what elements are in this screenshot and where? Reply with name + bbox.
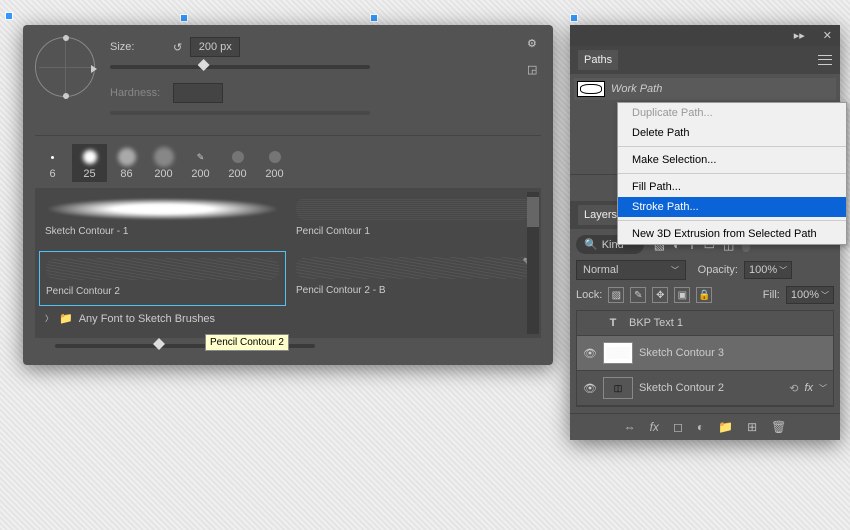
- size-preset[interactable]: 200: [257, 144, 292, 182]
- fx-indicator[interactable]: fx: [804, 382, 813, 394]
- size-preset[interactable]: 6: [35, 144, 70, 182]
- selection-handle[interactable]: [5, 12, 13, 20]
- lock-transparency-icon[interactable]: ▨: [608, 287, 624, 303]
- size-label: Size:: [110, 41, 165, 53]
- menu-delete-path[interactable]: Delete Path: [618, 123, 846, 143]
- brush-angle-widget[interactable]: [35, 37, 95, 97]
- size-input[interactable]: 200 px: [190, 37, 240, 57]
- hardness-input: [173, 83, 223, 103]
- fx-icon[interactable]: fx: [650, 420, 659, 434]
- chevron-down-icon[interactable]: ﹀: [819, 383, 827, 394]
- new-window-icon[interactable]: ◲: [527, 63, 541, 77]
- layer-name: Sketch Contour 3: [639, 347, 724, 359]
- link-icon[interactable]: ⟲: [789, 382, 798, 395]
- lock-brush-icon[interactable]: ✎: [630, 287, 646, 303]
- reset-icon[interactable]: ↺: [173, 41, 182, 54]
- collapse-icon[interactable]: ▸▸: [794, 29, 805, 42]
- layer-name: BKP Text 1: [629, 317, 683, 329]
- adjustment-icon[interactable]: ◐: [697, 420, 704, 434]
- tab-paths[interactable]: Paths: [578, 50, 618, 70]
- angle-arrow[interactable]: [91, 65, 97, 73]
- size-preset[interactable]: 86: [109, 144, 144, 182]
- fill-input[interactable]: 100%﹀: [786, 286, 834, 304]
- layer-thumbnail: ◫: [603, 377, 633, 399]
- layer-item[interactable]: 👁 ◫ Sketch Contour 2 ⟲ fx ﹀: [577, 371, 833, 406]
- brush-size-presets: 6 25 86 200 ✎200 200 200: [35, 135, 541, 182]
- path-name: Work Path: [611, 83, 662, 95]
- size-preset[interactable]: 25: [72, 144, 107, 182]
- lock-artboard-icon[interactable]: ▣: [674, 287, 690, 303]
- lock-label: Lock:: [576, 289, 602, 301]
- new-layer-icon[interactable]: ⊞: [747, 420, 757, 434]
- path-thumbnail: [577, 81, 605, 97]
- size-preset[interactable]: ✎200: [183, 144, 218, 182]
- brush-preset[interactable]: Pencil Contour 1: [290, 192, 537, 247]
- opacity-input[interactable]: 100%﹀: [744, 261, 792, 279]
- menu-make-selection[interactable]: Make Selection...: [618, 150, 846, 170]
- menu-separator: [618, 173, 846, 174]
- tooltip: Pencil Contour 2: [205, 334, 289, 351]
- layer-item[interactable]: T BKP Text 1: [577, 311, 833, 336]
- selection-handle[interactable]: [570, 14, 578, 22]
- menu-separator: [618, 146, 846, 147]
- brush-preset-list: Sketch Contour - 1 Pencil Contour 1 Penc…: [35, 188, 541, 338]
- link-layers-icon[interactable]: ⇔: [624, 420, 636, 434]
- scrollbar[interactable]: [527, 192, 539, 334]
- blend-mode-dropdown[interactable]: Normal﹀: [576, 260, 686, 280]
- layer-name: Sketch Contour 2: [639, 382, 724, 394]
- fill-label: Fill:: [763, 289, 780, 301]
- opacity-label: Opacity:: [692, 264, 738, 276]
- menu-3d-extrusion[interactable]: New 3D Extrusion from Selected Path: [618, 224, 846, 244]
- close-icon[interactable]: ✕: [823, 29, 832, 42]
- layer-thumbnail: ▒▒▒: [603, 342, 633, 364]
- brush-preset[interactable]: Pencil Contour 2: [39, 251, 286, 306]
- visibility-icon[interactable]: 👁: [583, 347, 597, 360]
- hardness-label: Hardness:: [110, 87, 165, 99]
- folder-label: Any Font to Sketch Brushes: [79, 313, 215, 325]
- menu-duplicate-path[interactable]: Duplicate Path...: [618, 103, 846, 123]
- layers-panel-body: 🔍 Kind ﹀ ▧ ◐ T ▭ ◫ Normal﹀ Opacity: 100%…: [570, 229, 840, 413]
- brush-preset[interactable]: ✎ Pencil Contour 2 - B: [290, 251, 537, 306]
- lock-position-icon[interactable]: ✥: [652, 287, 668, 303]
- trash-icon[interactable]: 🗑: [771, 420, 786, 434]
- size-slider[interactable]: [110, 65, 370, 69]
- layer-item[interactable]: 👁 ▒▒▒ Sketch Contour 3: [577, 336, 833, 371]
- angle-handle[interactable]: [63, 93, 69, 99]
- path-item[interactable]: Work Path: [574, 78, 836, 100]
- type-layer-icon: T: [603, 317, 623, 329]
- folder-icon: 📁: [59, 312, 73, 325]
- gear-icon[interactable]: ⚙: [527, 37, 541, 51]
- size-preset[interactable]: 200: [146, 144, 181, 182]
- angle-handle[interactable]: [63, 35, 69, 41]
- chevron-down-icon: ﹀: [671, 265, 679, 276]
- layers-footer: ⇔ fx ◻ ◐ 📁 ⊞ 🗑: [570, 413, 840, 440]
- lock-all-icon[interactable]: 🔒: [696, 287, 712, 303]
- selection-handle[interactable]: [180, 14, 188, 22]
- menu-separator: [618, 220, 846, 221]
- panel-menu-icon[interactable]: [818, 55, 832, 65]
- visibility-icon[interactable]: 👁: [583, 382, 597, 395]
- menu-stroke-path[interactable]: Stroke Path...: [618, 197, 846, 217]
- size-preset[interactable]: 200: [220, 144, 255, 182]
- group-icon[interactable]: 📁: [718, 420, 733, 434]
- chevron-right-icon: 〉: [45, 313, 53, 324]
- search-icon: 🔍: [584, 238, 598, 251]
- brush-preset[interactable]: Sketch Contour - 1: [39, 192, 286, 247]
- mask-icon[interactable]: ◻: [673, 420, 683, 434]
- selection-handle[interactable]: [370, 14, 378, 22]
- panel-header-controls: ▸▸ ✕: [570, 25, 840, 46]
- path-context-menu: Duplicate Path... Delete Path Make Selec…: [617, 102, 847, 245]
- brush-settings-panel: ⚙ ◲ Size: ↺ 200 px Hardness: 6 25 86 200: [23, 25, 553, 365]
- hardness-slider: [110, 111, 370, 115]
- brush-folder[interactable]: 〉 📁 Any Font to Sketch Brushes: [39, 306, 537, 331]
- menu-fill-path[interactable]: Fill Path...: [618, 177, 846, 197]
